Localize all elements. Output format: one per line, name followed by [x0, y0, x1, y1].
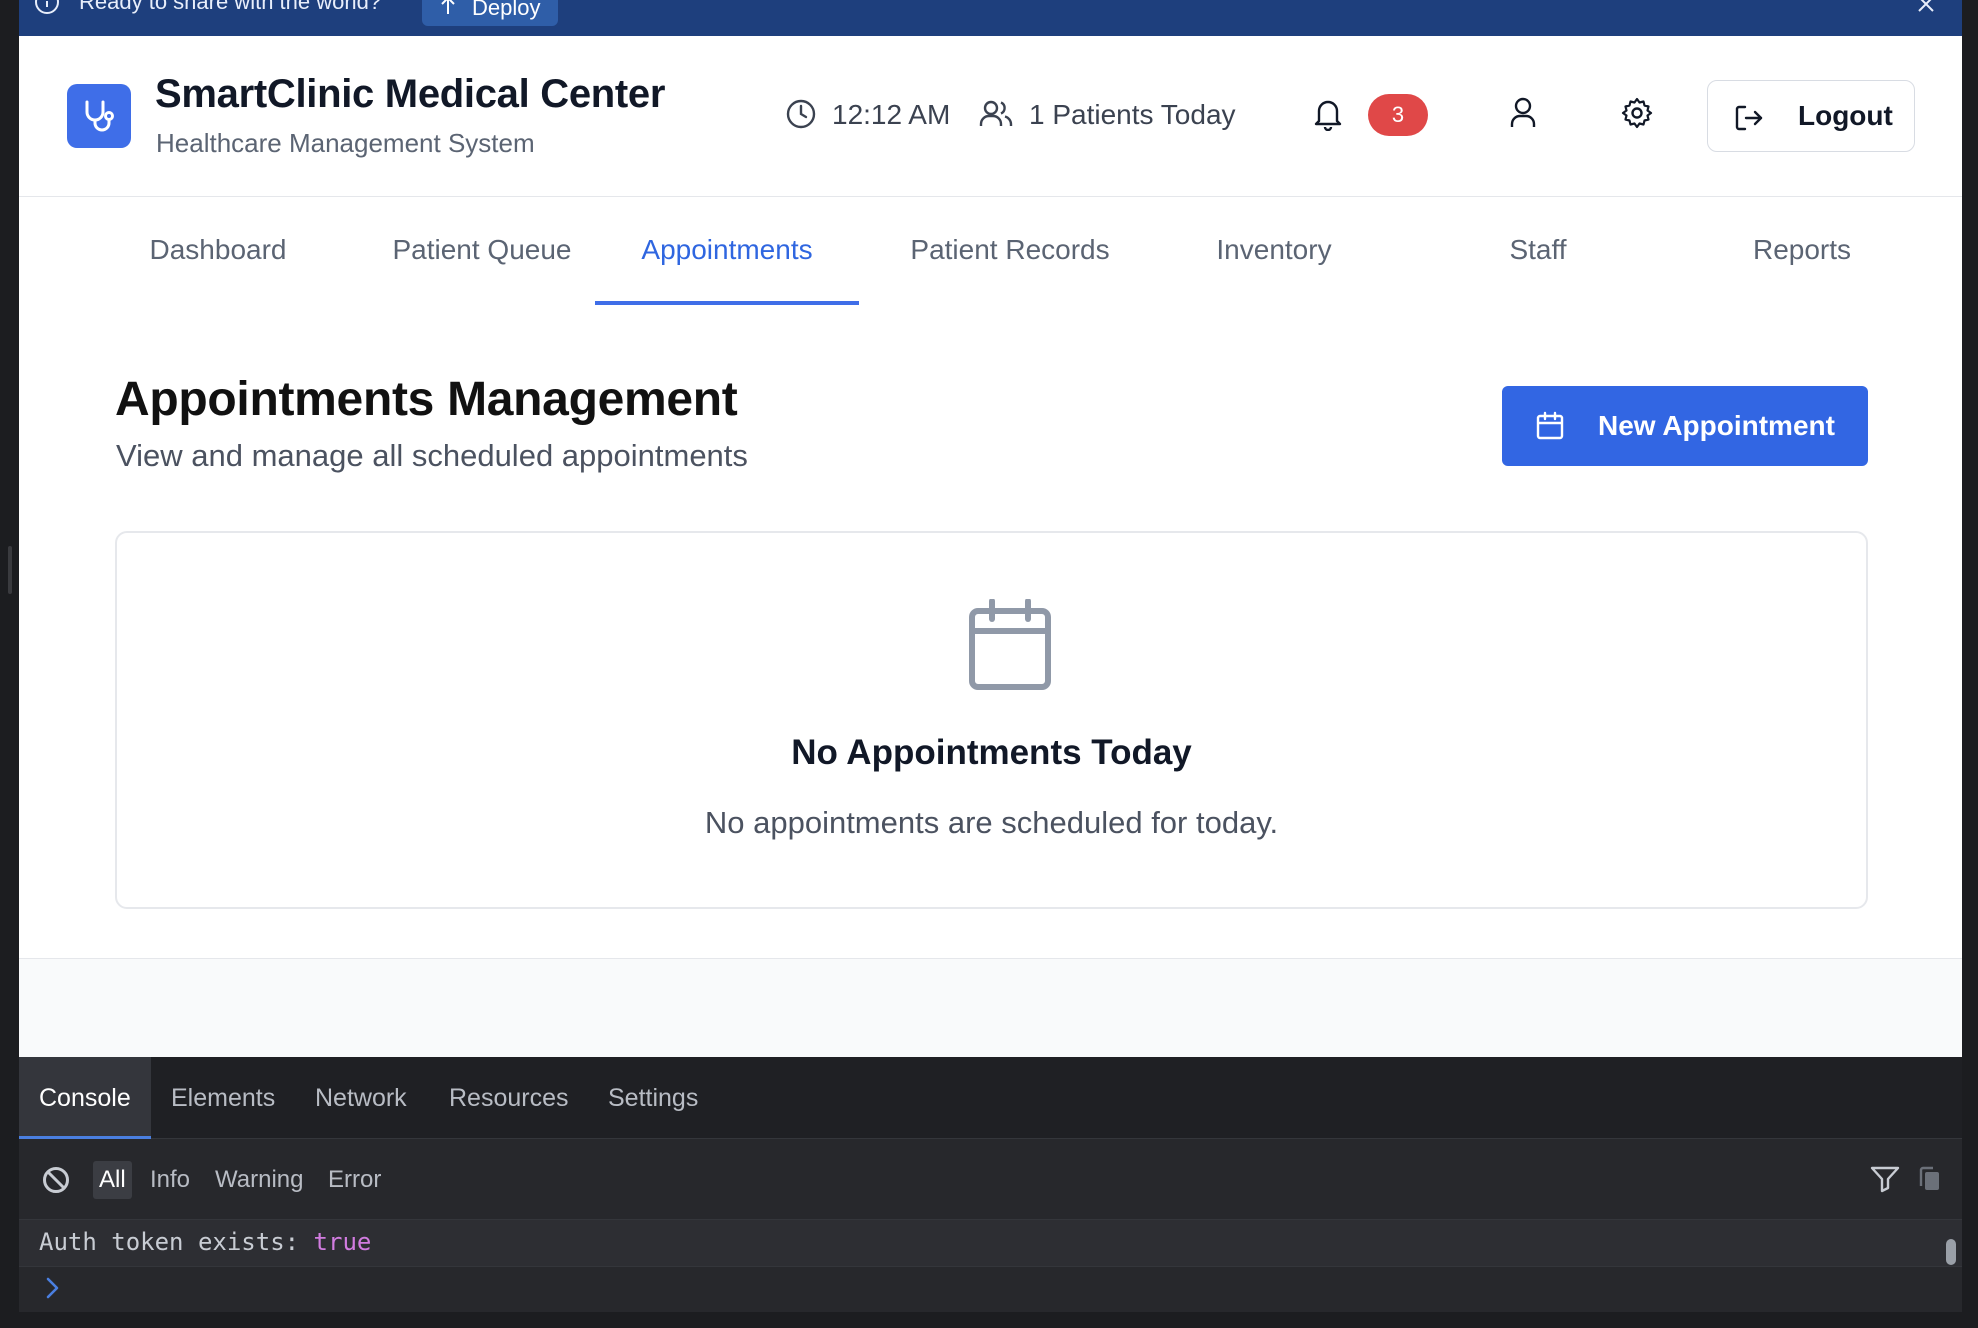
main-nav: Dashboard Patient Queue Appointments Pat…: [19, 197, 1962, 307]
deploy-button[interactable]: Deploy: [422, 0, 559, 26]
calendar-icon: [1536, 411, 1564, 440]
copy-icon[interactable]: [1918, 1165, 1942, 1193]
log-message: Auth token exists: true: [39, 1228, 371, 1256]
deploy-label: Deploy: [472, 0, 541, 20]
funnel-icon[interactable]: [1870, 1165, 1900, 1193]
new-appointment-button[interactable]: New Appointment: [1502, 386, 1868, 466]
log-key: Auth token exists:: [39, 1228, 314, 1256]
devtools-tabs: Console Elements Network Resources Setti…: [19, 1057, 1962, 1139]
devtools-tab-elements[interactable]: Elements: [171, 1057, 275, 1139]
app-logo: [67, 84, 131, 148]
tab-staff[interactable]: Staff: [1403, 197, 1673, 305]
app-title: SmartClinic Medical Center: [155, 72, 666, 116]
tab-patient-records[interactable]: Patient Records: [875, 197, 1145, 305]
empty-state-card: No Appointments Today No appointments ar…: [115, 531, 1868, 909]
close-icon[interactable]: [1912, 0, 1940, 18]
chevron-right-icon[interactable]: [43, 1275, 63, 1301]
deploy-banner: Ready to share with the world? Deploy: [19, 0, 1962, 36]
stethoscope-icon: [85, 100, 114, 132]
devtools-tab-resources[interactable]: Resources: [449, 1057, 569, 1139]
current-time: 12:12 AM: [832, 99, 951, 130]
app-header: SmartClinic Medical Center Healthcare Ma…: [19, 36, 1962, 197]
clock-icon: [786, 99, 816, 129]
page-title: Appointments Management: [115, 373, 738, 426]
log-value: true: [313, 1228, 372, 1256]
app-window: Ready to share with the world? Deploy Sm…: [19, 0, 1962, 1312]
app-subtitle: Healthcare Management System: [156, 128, 535, 158]
empty-state-text: No appointments are scheduled for today.: [704, 805, 1279, 840]
ban-icon[interactable]: [41, 1165, 71, 1195]
logout-label: Logout: [1798, 100, 1893, 131]
info-icon: [35, 0, 59, 14]
devtools-tab-network[interactable]: Network: [315, 1057, 407, 1139]
filter-error[interactable]: Error: [328, 1161, 381, 1199]
new-appointment-label: New Appointment: [1598, 410, 1835, 441]
console-log-line: Auth token exists: true: [19, 1219, 1962, 1267]
page-footer-area: [19, 958, 1962, 1057]
upload-arrow-icon: [441, 0, 455, 14]
devtools-panel: Console Elements Network Resources Setti…: [19, 1057, 1962, 1312]
filter-all[interactable]: All: [93, 1161, 132, 1199]
user-icon[interactable]: [1509, 96, 1537, 130]
tab-inventory[interactable]: Inventory: [1139, 197, 1409, 305]
resize-grip[interactable]: [8, 546, 12, 594]
console-scrollbar[interactable]: [1946, 1239, 1956, 1265]
banner-text: Ready to share with the world?: [79, 0, 382, 14]
patients-today: 1 Patients Today: [1029, 99, 1236, 130]
tab-reports[interactable]: Reports: [1667, 197, 1937, 305]
tab-patient-queue[interactable]: Patient Queue: [347, 197, 617, 305]
devtools-tab-settings[interactable]: Settings: [608, 1057, 698, 1139]
console-toolbar: All Info Warning Error: [19, 1139, 1962, 1219]
notification-badge[interactable]: 3: [1368, 94, 1428, 136]
empty-state-title: No Appointments Today: [791, 733, 1192, 772]
tab-dashboard[interactable]: Dashboard: [83, 197, 353, 305]
devtools-tab-console[interactable]: Console: [19, 1057, 151, 1139]
filter-warning[interactable]: Warning: [215, 1161, 303, 1199]
gear-icon[interactable]: [1620, 96, 1654, 130]
logout-button[interactable]: Logout: [1707, 80, 1915, 152]
calendar-icon: [969, 599, 1051, 690]
page-subtitle: View and manage all scheduled appointmen…: [116, 438, 748, 473]
users-icon: [979, 100, 1013, 126]
filter-info[interactable]: Info: [150, 1161, 190, 1199]
logout-icon: [1735, 105, 1763, 131]
tab-appointments[interactable]: Appointments: [595, 197, 859, 305]
bell-icon[interactable]: [1313, 97, 1343, 131]
